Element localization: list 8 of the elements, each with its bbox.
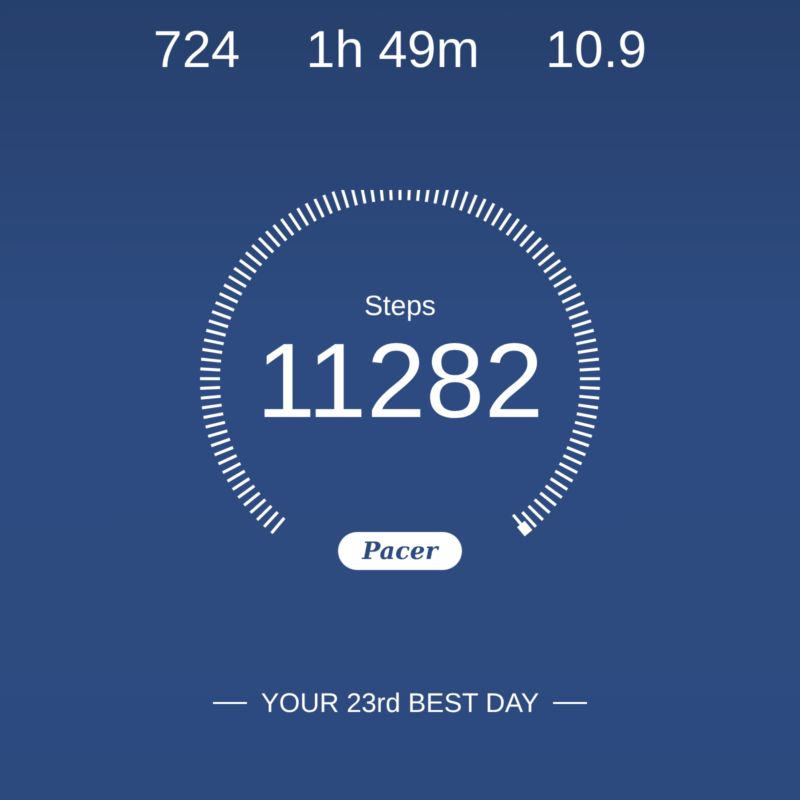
step-count: 11282 — [256, 326, 544, 436]
stat-value: 1h 49m — [306, 22, 480, 78]
progress-marker — [512, 514, 532, 536]
logo-badge: Pacer — [338, 532, 462, 570]
best-day-text: YOUR 23rd BEST DAY — [260, 688, 540, 718]
stat-value: 10.9 — [546, 22, 647, 78]
stat-value: 724 — [153, 22, 240, 78]
gauge-label: Steps — [364, 290, 436, 322]
